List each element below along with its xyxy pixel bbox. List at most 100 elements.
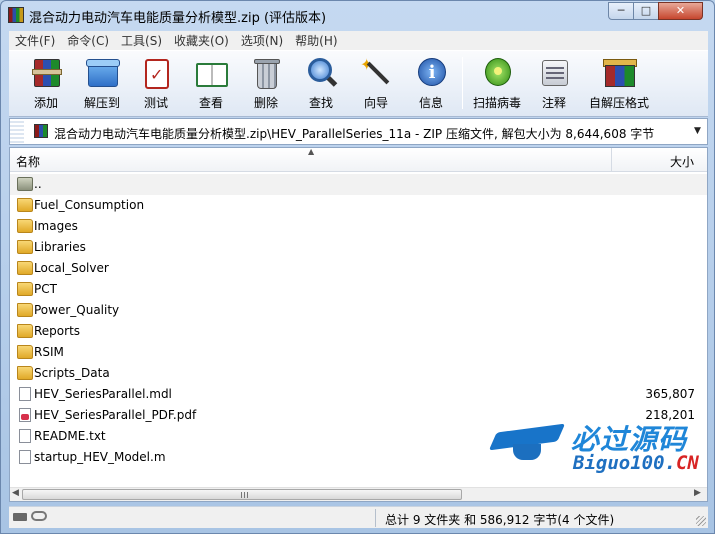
- menu-tools[interactable]: 工具(S): [115, 32, 168, 49]
- app-window: 混合动力电动汽车电能质量分析模型.zip (评估版本) ─ □ ✕ 文件(F) …: [0, 0, 715, 534]
- maximize-button[interactable]: □: [633, 2, 659, 20]
- sfx-label: 自解压格式: [589, 96, 650, 110]
- info-icon: i: [413, 55, 449, 91]
- column-name-header[interactable]: 名称: [16, 153, 40, 170]
- trash-can-icon: [248, 55, 284, 91]
- watermark-english-text: Biguo100.CN: [573, 452, 699, 474]
- file-name: README.txt: [34, 429, 106, 443]
- menu-favorites[interactable]: 收藏夹(O): [168, 32, 235, 49]
- column-divider[interactable]: [611, 148, 612, 172]
- file-name: startup_HEV_Model.m: [34, 450, 166, 464]
- scroll-left-icon[interactable]: ◀: [12, 488, 19, 498]
- resize-grip[interactable]: [696, 516, 706, 526]
- text-file-icon: [19, 429, 31, 443]
- find-button[interactable]: 查找: [294, 55, 348, 113]
- folder-icon: [17, 303, 33, 317]
- file-name: ..: [34, 177, 42, 191]
- extract-folder-icon: [84, 55, 120, 91]
- file-name: Libraries: [34, 240, 86, 254]
- extract-to-label: 解压到: [83, 96, 120, 110]
- list-item[interactable]: RSIM: [10, 342, 707, 363]
- address-grip: [10, 121, 24, 143]
- menu-options[interactable]: 选项(N): [235, 32, 289, 49]
- menu-file[interactable]: 文件(F): [9, 32, 61, 49]
- drive-icon[interactable]: [13, 513, 27, 521]
- key-icon[interactable]: [31, 511, 47, 521]
- column-header: 名称 ▲ 大小: [10, 148, 707, 172]
- book-icon: [193, 55, 229, 91]
- menu-commands[interactable]: 命令(C): [61, 32, 115, 49]
- comment-note-icon: [536, 55, 572, 91]
- list-item[interactable]: Reports: [10, 321, 707, 342]
- add-button[interactable]: 添加: [19, 55, 73, 113]
- horizontal-scrollbar[interactable]: ◀ ▶: [10, 487, 707, 501]
- view-button[interactable]: 查看: [184, 55, 238, 113]
- file-name: RSIM: [34, 345, 64, 359]
- list-item[interactable]: Local_Solver: [10, 258, 707, 279]
- comment-button[interactable]: 注释: [527, 55, 581, 113]
- scroll-right-icon[interactable]: ▶: [694, 488, 701, 498]
- scrollbar-thumb[interactable]: [22, 489, 462, 500]
- address-bar[interactable]: 混合动力电动汽车电能质量分析模型.zip\HEV_ParallelSeries_…: [9, 118, 708, 145]
- info-label: 信息: [418, 96, 443, 110]
- winrar-app-icon[interactable]: [8, 7, 24, 23]
- list-item[interactable]: HEV_SeriesParallel.mdl 365,807: [10, 384, 707, 405]
- folder-icon: [17, 240, 33, 254]
- list-item[interactable]: Fuel_Consumption: [10, 195, 707, 216]
- toolbar-separator: [462, 57, 463, 109]
- folder-icon: [17, 261, 33, 275]
- document-icon: [19, 450, 31, 464]
- sort-ascending-icon: ▲: [308, 147, 315, 156]
- virus-scan-button[interactable]: 扫描病毒: [470, 55, 524, 113]
- minimize-button[interactable]: ─: [608, 2, 634, 20]
- list-item-parent[interactable]: ..: [10, 174, 707, 195]
- folder-icon: [17, 198, 33, 212]
- folder-icon: [17, 219, 33, 233]
- find-label: 查找: [308, 96, 333, 110]
- delete-button[interactable]: 删除: [239, 55, 293, 113]
- file-size: 365,807: [645, 387, 695, 401]
- archive-icon: [34, 124, 48, 138]
- file-name: Scripts_Data: [34, 366, 110, 380]
- status-summary: 总计 9 文件夹 和 586,912 字节(4 个文件): [385, 513, 615, 527]
- status-divider: [375, 509, 376, 527]
- menu-help[interactable]: 帮助(H): [289, 32, 343, 49]
- file-name: Power_Quality: [34, 303, 120, 317]
- file-name: Images: [34, 219, 78, 233]
- list-item[interactable]: Scripts_Data: [10, 363, 707, 384]
- list-item[interactable]: PCT: [10, 279, 707, 300]
- magnifier-icon: [303, 55, 339, 91]
- file-name: HEV_SeriesParallel.mdl: [34, 387, 172, 401]
- pdf-icon: [19, 408, 31, 422]
- title-bar[interactable]: 混合动力电动汽车电能质量分析模型.zip (评估版本) ─ □ ✕: [1, 1, 714, 29]
- archive-path: 混合动力电动汽车电能质量分析模型.zip\HEV_ParallelSeries_…: [54, 127, 655, 141]
- parent-folder-icon: [17, 177, 33, 191]
- close-button[interactable]: ✕: [658, 2, 703, 20]
- extract-to-button[interactable]: 解压到: [75, 55, 129, 113]
- test-label: 测试: [143, 96, 168, 110]
- folder-icon: [17, 282, 33, 296]
- list-item[interactable]: Images: [10, 216, 707, 237]
- sfx-button[interactable]: 自解压格式: [589, 55, 649, 113]
- chevron-down-icon[interactable]: ▼: [694, 126, 701, 136]
- delete-label: 删除: [253, 96, 278, 110]
- test-button[interactable]: ✓ 测试: [129, 55, 183, 113]
- file-name: Fuel_Consumption: [34, 198, 145, 212]
- wizard-button[interactable]: ✦ 向导: [349, 55, 403, 113]
- document-icon: [19, 387, 31, 401]
- sfx-archive-icon: [601, 55, 637, 91]
- comment-label: 注释: [541, 96, 566, 110]
- file-name: Reports: [34, 324, 81, 338]
- window-title: 混合动力电动汽车电能质量分析模型.zip (评估版本): [29, 11, 327, 26]
- list-item[interactable]: Libraries: [10, 237, 707, 258]
- folder-icon: [17, 366, 33, 380]
- info-button[interactable]: i 信息: [404, 55, 458, 113]
- menu-bar: 文件(F) 命令(C) 工具(S) 收藏夹(O) 选项(N) 帮助(H): [9, 31, 708, 50]
- toolbar: 添加 解压到 ✓ 测试 查看 删除 查找 ✦ 向导 i 信息: [9, 50, 708, 117]
- column-size-header[interactable]: 大小: [670, 153, 694, 170]
- file-name: HEV_SeriesParallel_PDF.pdf: [34, 408, 197, 422]
- status-bar: 总计 9 文件夹 和 586,912 字节(4 个文件): [9, 506, 708, 528]
- list-item[interactable]: Power_Quality: [10, 300, 707, 321]
- file-name: PCT: [34, 282, 57, 296]
- virus-scan-label: 扫描病毒: [472, 96, 521, 110]
